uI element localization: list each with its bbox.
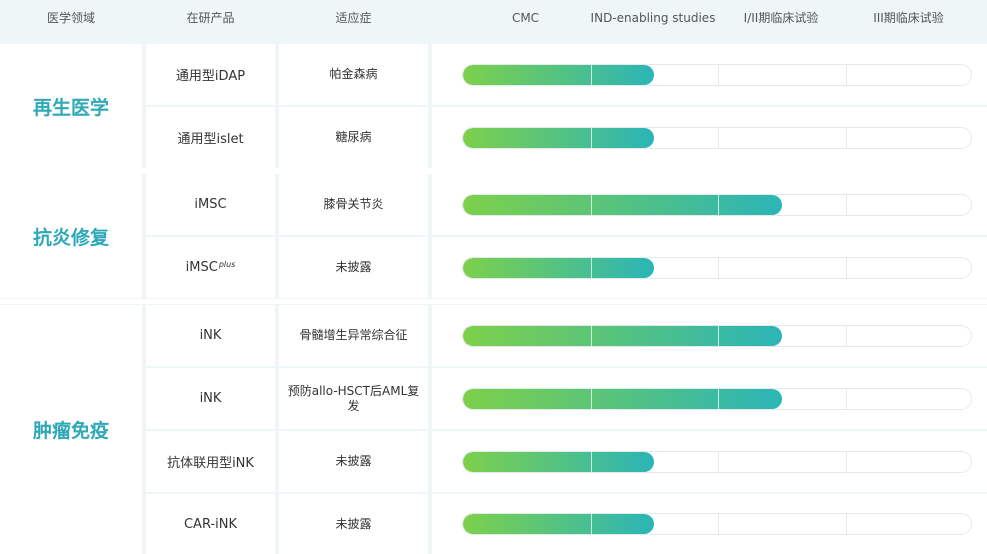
progress-track	[462, 194, 972, 216]
progress-track	[462, 513, 972, 535]
header-area: 医学领域	[46, 11, 95, 25]
product-name: 通用型islet	[177, 132, 244, 147]
stage-divider	[718, 128, 719, 148]
product-name: iNK	[199, 328, 222, 343]
header-indication: 适应症	[335, 11, 372, 25]
header-product: 在研产品	[186, 11, 235, 25]
product-cell: 通用型islet	[146, 107, 275, 168]
stage-divider	[846, 326, 847, 346]
table-header: 医学领域 在研产品 适应症 CMC IND-enabling studies I…	[0, 0, 987, 43]
stage-divider	[718, 452, 719, 472]
product-name: 抗体联用型iNK	[167, 456, 254, 471]
product-cell: 通用型iDAP	[146, 44, 275, 105]
stage-divider	[591, 258, 592, 278]
product-cell: iMSC plus	[146, 237, 275, 298]
product-cell: CAR-iNK	[146, 494, 275, 554]
indication-cell: 帕金森病	[279, 44, 428, 105]
indication-text: 膝骨关节炎	[323, 197, 384, 211]
progress-fill	[463, 195, 782, 215]
category-label: 肿瘤免疫	[0, 305, 142, 554]
product-cell: iNK	[146, 305, 275, 366]
progress-track	[462, 451, 972, 473]
stage-divider	[591, 514, 592, 534]
indication-text: 未披露	[335, 260, 372, 274]
progress-track	[462, 127, 972, 149]
indication-cell: 未披露	[279, 237, 428, 298]
header-stage-phase3: III期临床试验	[873, 11, 944, 25]
progress-fill	[463, 514, 655, 534]
stage-divider	[718, 195, 719, 215]
progress-fill	[463, 452, 655, 472]
category-label: 再生医学	[0, 44, 142, 168]
product-cell: 抗体联用型iNK	[146, 431, 275, 492]
product-superscript: plus	[218, 260, 236, 269]
progress-fill	[463, 65, 655, 85]
product-name: iNK	[199, 391, 222, 406]
stage-divider	[718, 326, 719, 346]
indication-text: 未披露	[335, 516, 372, 531]
stage-divider	[846, 128, 847, 148]
indication-text: 帕金森病	[329, 67, 378, 81]
indication-cell: 未披露	[279, 431, 428, 492]
stage-divider	[846, 195, 847, 215]
progress-fill	[463, 389, 782, 409]
stage-divider	[846, 258, 847, 278]
product-cell: iMSC	[146, 174, 275, 235]
progress-track	[462, 257, 972, 279]
header-stage-phase12: I/II期临床试验	[743, 11, 819, 25]
stage-divider	[591, 65, 592, 85]
product-name: iMSC	[194, 197, 227, 212]
progress-track	[462, 325, 972, 347]
progress-fill	[463, 128, 655, 148]
stage-divider	[591, 389, 592, 409]
stage-divider	[718, 65, 719, 85]
indication-cell: 未披露	[279, 494, 428, 554]
indication-cell: 膝骨关节炎	[279, 174, 428, 235]
header-stage-ind: IND-enabling studies	[590, 11, 716, 25]
progress-fill	[463, 258, 655, 278]
progress-track	[462, 388, 972, 410]
stage-divider	[591, 452, 592, 472]
product-name: 通用型iDAP	[175, 69, 246, 84]
stage-divider	[846, 452, 847, 472]
stage-divider	[718, 389, 719, 409]
indication-text: 预防allo-HSCT后AML复发	[287, 383, 420, 413]
indication-cell: 预防allo-HSCT后AML复发	[279, 368, 428, 429]
stage-divider	[591, 128, 592, 148]
progress-fill	[463, 326, 782, 346]
indication-text: 骨髓增生异常综合征	[299, 328, 408, 342]
stage-divider	[846, 514, 847, 534]
progress-track	[462, 64, 972, 86]
stage-divider	[718, 258, 719, 278]
stage-divider	[718, 514, 719, 534]
stage-divider	[591, 326, 592, 346]
indication-text: 未披露	[335, 454, 372, 468]
indication-text: 糖尿病	[335, 130, 372, 144]
header-stage-cmc: CMC	[511, 11, 540, 25]
category-label: 抗炎修复	[0, 174, 142, 298]
product-cell: iNK	[146, 368, 275, 429]
product-name: CAR-iNK	[183, 516, 238, 532]
stage-divider	[846, 65, 847, 85]
indication-cell: 骨髓增生异常综合征	[279, 305, 428, 366]
product-name: iMSC	[185, 260, 218, 275]
indication-cell: 糖尿病	[279, 107, 428, 168]
stage-divider	[846, 389, 847, 409]
stage-divider	[591, 195, 592, 215]
